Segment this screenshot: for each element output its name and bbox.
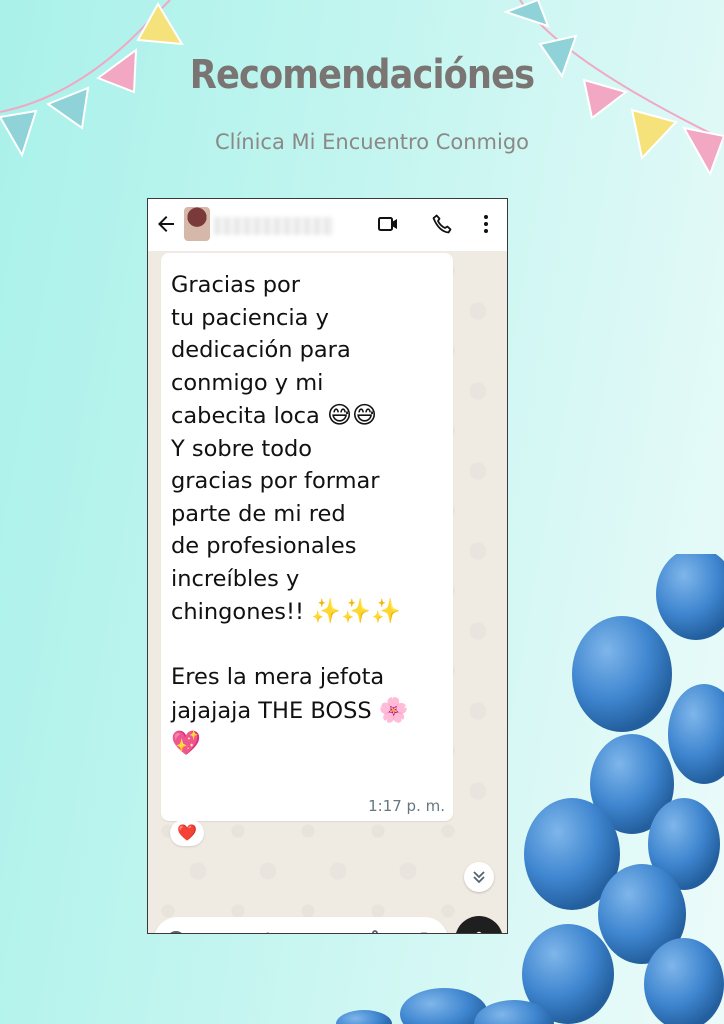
mic-button[interactable]: [455, 916, 503, 933]
contact-name-blurred[interactable]: [214, 217, 334, 235]
sparkling-heart-emoji: 💖: [171, 729, 201, 757]
message-input-bar: [154, 917, 448, 934]
message-input[interactable]: [198, 926, 352, 933]
page-subtitle: Clínica Mi Encuentro Conmigo: [214, 130, 530, 154]
chat-header: [148, 199, 507, 251]
page-title: Recomendaciónes: [189, 52, 535, 98]
message-bubble[interactable]: Gracias por tu paciencia y dedicación pa…: [161, 253, 453, 821]
camera-icon[interactable]: [412, 928, 436, 934]
red-heart-emoji: ❤️: [177, 825, 197, 842]
phone-icon[interactable]: [430, 212, 454, 236]
video-call-icon[interactable]: [376, 212, 400, 236]
more-vert-icon[interactable]: [474, 212, 498, 236]
arrow-left-icon[interactable]: [154, 212, 178, 236]
message-text: Gracias por tu paciencia y dedicación pa…: [171, 269, 451, 761]
cherry-blossom-emoji: 🌸: [378, 695, 409, 724]
sticker-icon[interactable]: [164, 928, 188, 934]
bunting-decoration: [0, 0, 724, 177]
chat-screenshot: Gracias por tu paciencia y dedicación pa…: [147, 198, 508, 934]
message-timestamp: 1:17 p. m.: [368, 797, 445, 815]
sweat-smile-emoji: 😅😅: [327, 401, 378, 429]
sparkles-emoji: ✨✨✨: [311, 597, 401, 625]
heart-reaction[interactable]: ❤️: [170, 820, 204, 846]
scroll-down-button[interactable]: [464, 862, 494, 892]
paperclip-icon[interactable]: [364, 928, 388, 934]
message-text-part1: Gracias por tu paciencia y dedicación pa…: [171, 272, 351, 429]
avatar[interactable]: [184, 207, 210, 241]
double-chevron-down-icon: [473, 871, 485, 884]
chat-area[interactable]: Gracias por tu paciencia y dedicación pa…: [148, 251, 507, 934]
microphone-icon: [476, 931, 482, 933]
message-text-part3: Eres la mera jefota jajajaja THE BOSS: [171, 664, 385, 724]
